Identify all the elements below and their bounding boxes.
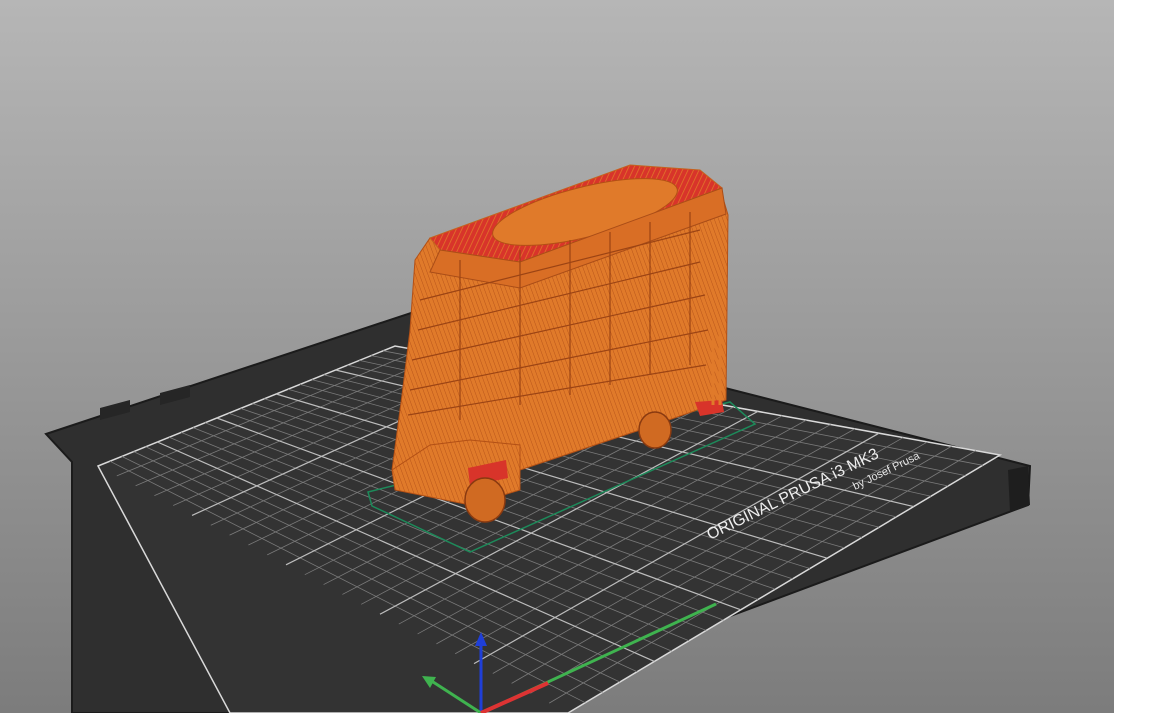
bus-front-wheel	[464, 477, 506, 523]
3d-viewport[interactable]: ORIGINAL PRUSA i3 MK3 by Josef Prusa	[0, 0, 1114, 713]
bus-rear-wheel	[638, 411, 672, 449]
prusaslicer-window: ORIGINAL PRUSA i3 MK3 by Josef Prusa	[0, 0, 1152, 713]
right-panel-edge	[1114, 0, 1152, 713]
3d-scene[interactable]: ORIGINAL PRUSA i3 MK3 by Josef Prusa	[0, 0, 1114, 713]
bed-edge-front	[1008, 466, 1030, 512]
